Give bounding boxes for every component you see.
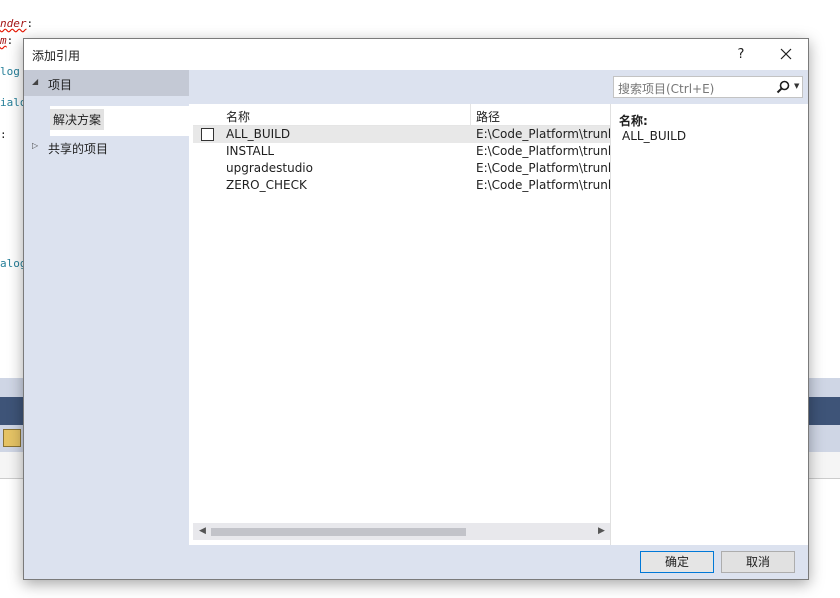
row-name: INSTALL (226, 144, 275, 158)
tree-node-label: 解决方案 (50, 109, 105, 130)
tree-node-label: 项目 (48, 78, 73, 92)
row-checkbox[interactable] (201, 128, 214, 141)
tree-node-shared-projects[interactable]: ▷ 共享的项目 (24, 134, 189, 160)
row-name: ZERO_CHECK (226, 178, 307, 192)
expanded-arrow-icon: ◢ (32, 77, 39, 86)
cancel-button[interactable]: 取消 (721, 551, 795, 573)
table-row[interactable]: ZERO_CHECK E:\Code_Platform\trunk (193, 177, 610, 194)
code-line: : (0, 128, 7, 141)
table-row[interactable]: INSTALL E:\Code_Platform\trunk (193, 143, 610, 160)
row-path: E:\Code_Platform\trunk (476, 127, 610, 141)
detail-name-label: 名称: (619, 114, 648, 128)
row-path: E:\Code_Platform\trunk (476, 161, 610, 175)
code-line: nder: (0, 17, 34, 30)
row-name: upgradestudio (226, 161, 313, 175)
warning-icon (3, 429, 21, 447)
dialog-title: 添加引用 (32, 49, 81, 63)
scroll-left-icon[interactable]: ◀ (199, 526, 206, 536)
detail-panel: 名称: ALL_BUILD (611, 104, 808, 545)
table-row[interactable]: ALL_BUILD E:\Code_Platform\trunk (193, 126, 610, 143)
help-button[interactable]: ? (724, 43, 758, 67)
detail-name-value: ALL_BUILD (622, 129, 687, 143)
tree-node-solution[interactable]: 解决方案 (50, 106, 189, 136)
dialog-footer: 确定 取消 (24, 545, 808, 579)
search-input[interactable]: 搜索项目(Ctrl+E) ▼ (613, 76, 803, 98)
row-name: ALL_BUILD (226, 127, 291, 141)
column-header-path[interactable]: 路径 (476, 108, 500, 125)
column-header-name[interactable]: 名称 (226, 108, 250, 125)
horizontal-scrollbar[interactable]: ◀ ▶ (193, 523, 610, 540)
close-button[interactable] (770, 43, 802, 67)
chevron-down-icon[interactable]: ▼ (794, 82, 799, 90)
scroll-right-icon[interactable]: ▶ (598, 526, 605, 536)
tree-node-label: 共享的项目 (48, 142, 109, 156)
add-reference-dialog: 添加引用 ? ◢ 项目 解决方案 ▷ 共享的项目 搜索项目(Ctrl+E) ▼ … (23, 38, 809, 580)
tree-node-projects[interactable]: ◢ 项目 (24, 70, 189, 96)
close-icon (780, 48, 792, 60)
ok-button[interactable]: 确定 (640, 551, 714, 573)
row-path: E:\Code_Platform\trunk (476, 144, 610, 158)
code-line: log (0, 65, 20, 78)
scrollbar-thumb[interactable] (211, 528, 466, 536)
collapsed-arrow-icon: ▷ (32, 141, 39, 150)
code-line: m: (0, 34, 14, 47)
list-header: 名称 路径 (193, 104, 610, 126)
dialog-titlebar: 添加引用 ? (24, 39, 808, 70)
column-divider[interactable] (470, 104, 471, 125)
row-path: E:\Code_Platform\trunk (476, 178, 610, 192)
table-row[interactable]: upgradestudio E:\Code_Platform\trunk (193, 160, 610, 177)
search-placeholder: 搜索项目(Ctrl+E) (618, 82, 715, 96)
search-icon[interactable] (776, 80, 790, 97)
category-tree: ◢ 项目 解决方案 ▷ 共享的项目 (24, 70, 189, 545)
project-list: 名称 路径 ALL_BUILD E:\Code_Platform\trunk I… (193, 104, 610, 545)
